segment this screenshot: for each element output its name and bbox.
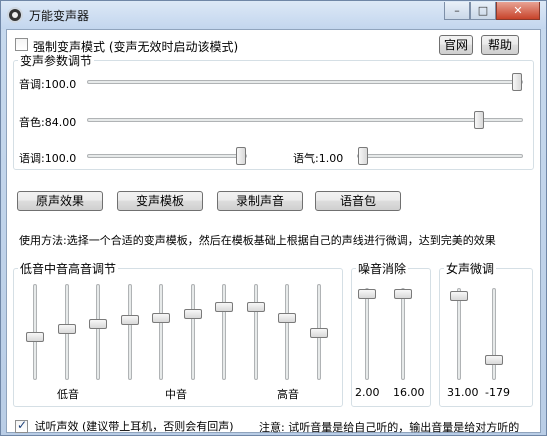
breath-slider-thumb[interactable] bbox=[358, 147, 368, 165]
eq-mid-label: 中音 bbox=[165, 388, 187, 401]
female-slider-1-thumb[interactable] bbox=[450, 291, 468, 302]
eq-slider-7-thumb[interactable] bbox=[215, 302, 233, 313]
eq-slider-4-thumb[interactable] bbox=[120, 315, 139, 326]
eq-slider-1[interactable] bbox=[26, 284, 44, 380]
breath-label: 语气:1.00 bbox=[293, 152, 344, 165]
voice-template-button[interactable]: 变声模板 bbox=[117, 191, 203, 211]
eq-slider-2[interactable] bbox=[57, 284, 76, 380]
breath-slider[interactable] bbox=[357, 147, 523, 165]
eq-low-label: 低音 bbox=[57, 388, 79, 401]
speed-slider-thumb[interactable] bbox=[236, 147, 246, 165]
timbre-slider-thumb[interactable] bbox=[473, 111, 484, 129]
original-voice-button[interactable]: 原声效果 bbox=[17, 191, 103, 211]
female-value-2: -179 bbox=[485, 386, 510, 399]
listen-row: 试听声效 (建议带上耳机，否则会有回声) bbox=[15, 418, 234, 434]
eq-slider-3-thumb[interactable] bbox=[89, 319, 107, 330]
eq-title: 低音中音高音调节 bbox=[20, 262, 117, 276]
eq-high-label: 高音 bbox=[277, 388, 299, 401]
noise-value-2: 16.00 bbox=[393, 386, 425, 399]
title-bar: 万能变声器 – □ ✕ bbox=[1, 1, 546, 29]
eq-slider-10[interactable] bbox=[309, 284, 328, 380]
noise-slider-2[interactable] bbox=[394, 288, 412, 380]
voice-params-group: 变声参数调节 bbox=[13, 52, 534, 170]
window-controls: – □ ✕ bbox=[444, 2, 540, 20]
noise-slider-2-thumb[interactable] bbox=[394, 289, 412, 299]
eq-slider-9[interactable] bbox=[278, 284, 296, 380]
female-group: 女声微调 bbox=[439, 260, 533, 407]
timbre-label: 音色:84.00 bbox=[19, 116, 77, 129]
female-slider-1[interactable] bbox=[450, 288, 468, 380]
eq-slider-9-thumb[interactable] bbox=[278, 313, 296, 324]
eq-slider-7[interactable] bbox=[215, 284, 233, 380]
app-logo-icon bbox=[7, 7, 23, 23]
eq-slider-10-thumb[interactable] bbox=[309, 328, 328, 338]
voice-pack-button[interactable]: 语音包 bbox=[315, 191, 401, 211]
pitch-label: 音调:100.0 bbox=[19, 78, 77, 91]
noise-title: 噪音消除 bbox=[358, 262, 407, 276]
speed-label: 语调:100.0 bbox=[19, 152, 77, 165]
female-value-1: 31.00 bbox=[447, 386, 479, 399]
female-slider-2[interactable] bbox=[485, 288, 503, 380]
pitch-slider[interactable] bbox=[87, 73, 523, 91]
speed-slider[interactable] bbox=[87, 147, 247, 165]
window-title: 万能变声器 bbox=[29, 9, 90, 23]
app-window: 万能变声器 – □ ✕ 强制变声模式 (变声无效时启动该模式) 官网 帮助 变声… bbox=[0, 0, 547, 436]
eq-slider-8[interactable] bbox=[246, 284, 265, 380]
timbre-slider[interactable] bbox=[87, 111, 523, 129]
female-slider-2-thumb[interactable] bbox=[485, 354, 503, 365]
record-voice-button[interactable]: 录制声音 bbox=[217, 191, 303, 211]
eq-slider-8-thumb[interactable] bbox=[246, 302, 265, 313]
eq-slider-1-thumb[interactable] bbox=[26, 332, 44, 343]
usage-instructions: 使用方法:选择一个合适的变声模板，然后在模板基础上根据自己的声线进行微调，达到完… bbox=[19, 234, 496, 247]
female-title: 女声微调 bbox=[446, 262, 495, 276]
voice-params-title: 变声参数调节 bbox=[20, 54, 93, 68]
main-panel: 强制变声模式 (变声无效时启动该模式) 官网 帮助 变声参数调节 音调:100.… bbox=[6, 29, 541, 434]
minimize-button[interactable]: – bbox=[444, 2, 470, 20]
listen-label: 试听声效 (建议带上耳机，否则会有回声) bbox=[34, 420, 234, 433]
maximize-button[interactable]: □ bbox=[470, 2, 496, 20]
force-mode-checkbox[interactable] bbox=[15, 38, 28, 51]
noise-value-1: 2.00 bbox=[355, 386, 380, 399]
noise-slider-1[interactable] bbox=[358, 288, 376, 380]
noise-group: 噪音消除 bbox=[351, 260, 431, 407]
listen-checkbox[interactable] bbox=[15, 418, 28, 433]
eq-slider-4[interactable] bbox=[120, 284, 139, 380]
eq-slider-3[interactable] bbox=[89, 284, 107, 380]
eq-slider-5[interactable] bbox=[152, 284, 170, 380]
eq-slider-2-thumb[interactable] bbox=[57, 323, 76, 334]
eq-slider-5-thumb[interactable] bbox=[152, 313, 170, 324]
close-button[interactable]: ✕ bbox=[496, 2, 540, 20]
volume-note: 注意: 试听音量是给自己听的，输出音量是给对方听的 bbox=[259, 421, 520, 434]
eq-slider-6-thumb[interactable] bbox=[183, 309, 202, 320]
noise-slider-1-thumb[interactable] bbox=[358, 289, 376, 299]
pitch-slider-thumb[interactable] bbox=[512, 73, 522, 91]
eq-slider-6[interactable] bbox=[183, 284, 202, 380]
